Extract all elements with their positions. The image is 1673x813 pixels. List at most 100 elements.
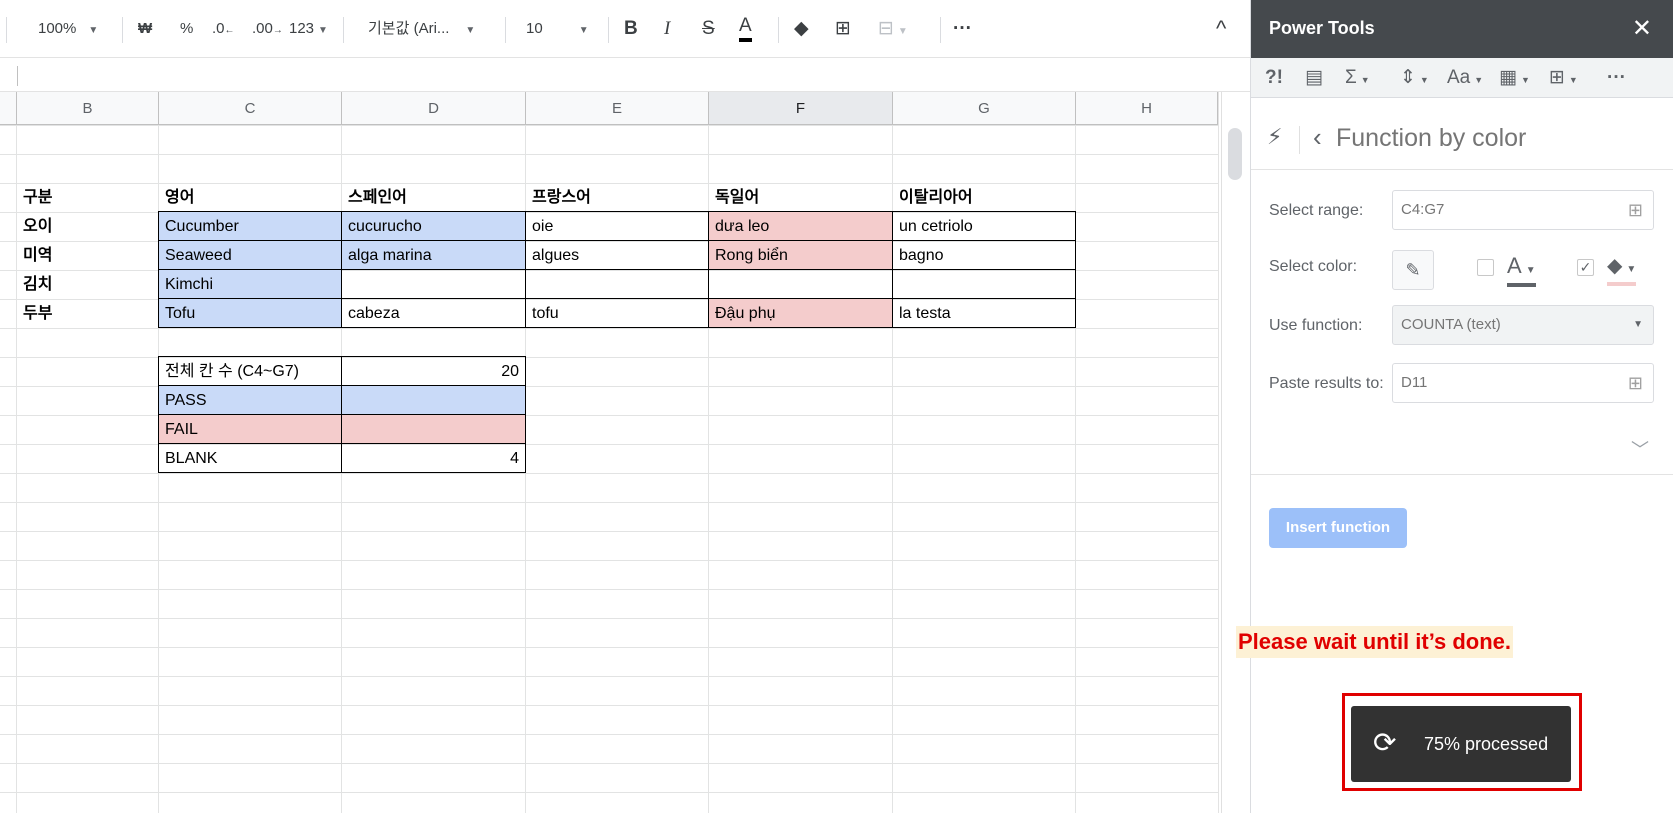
spreadsheet-grid[interactable]: B C D E F G H 구분 영어 스페인어 프랑스어 독일어 이탈리아어 …: [0, 92, 1218, 813]
fill-color-icon[interactable]: ◆: [794, 14, 809, 44]
eyedropper-button[interactable]: ✎: [1392, 250, 1434, 290]
column-header-b[interactable]: B: [17, 92, 159, 125]
cell-b5[interactable]: 미역: [17, 241, 158, 270]
column-header-h[interactable]: H: [1076, 92, 1218, 125]
case-icon[interactable]: Aa ▼: [1447, 64, 1483, 92]
cell-e4[interactable]: oie: [526, 211, 709, 241]
italic-button[interactable]: I: [664, 14, 670, 44]
cell-b3[interactable]: 구분: [17, 183, 158, 212]
text-tools-icon[interactable]: ⇕ ▼: [1400, 64, 1429, 92]
paste-results-input[interactable]: D11 ⊞: [1392, 363, 1654, 403]
column-header-g[interactable]: G: [893, 92, 1076, 125]
text-color-button[interactable]: A: [739, 14, 752, 42]
cell-b4[interactable]: 오이: [17, 212, 158, 241]
clear-icon[interactable]: ⊞ ▼: [1549, 64, 1578, 92]
cell-c9[interactable]: 전체 칸 수 (C4~G7): [158, 356, 342, 386]
fill-color-icon[interactable]: ◆ ▼: [1607, 254, 1637, 286]
close-icon[interactable]: ✕: [1632, 14, 1652, 43]
cell-c6[interactable]: Kimchi: [158, 270, 342, 299]
merge-cells-icon[interactable]: ⊟ ▼: [878, 14, 908, 44]
cell-d4[interactable]: cucurucho: [342, 211, 526, 241]
font-family-select[interactable]: 기본값 (Ari... ▼: [368, 14, 475, 44]
cell-f7[interactable]: Đậu phụ: [709, 299, 893, 328]
cell-d5[interactable]: alga marina: [342, 241, 526, 270]
back-icon[interactable]: ‹: [1313, 122, 1322, 153]
cell-g5[interactable]: bagno: [893, 241, 1076, 270]
cell-f4[interactable]: dưa leo: [709, 211, 893, 241]
cell-f6[interactable]: [709, 270, 893, 299]
cell-c7[interactable]: Tofu: [158, 299, 342, 328]
cell-c11[interactable]: FAIL: [158, 415, 342, 444]
grid-icon[interactable]: ⊞: [1628, 373, 1643, 393]
cell-e7[interactable]: tofu: [526, 299, 709, 328]
cell-f3[interactable]: 독일어: [709, 183, 892, 212]
cell-g7[interactable]: la testa: [893, 299, 1076, 328]
collapse-toolbar-icon[interactable]: ^: [1216, 14, 1226, 44]
cell-d11[interactable]: [342, 415, 526, 444]
fill-color-checkbox[interactable]: ✓: [1577, 259, 1594, 276]
cell-e3[interactable]: 프랑스어: [526, 183, 708, 212]
zoom-select[interactable]: 100% ▼: [38, 14, 98, 44]
chevron-down-icon[interactable]: ﹀: [1631, 436, 1649, 462]
increase-decimal-label: .00: [252, 20, 273, 37]
more-options-button[interactable]: ···: [953, 14, 972, 44]
select-range-input[interactable]: C4:G7 ⊞: [1392, 190, 1654, 230]
use-function-select[interactable]: COUNTA (text) ▼: [1392, 305, 1654, 345]
refresh-icon: ⟳: [1373, 727, 1397, 758]
toolbar-separator: [343, 17, 344, 43]
cell-e6[interactable]: [526, 270, 709, 299]
chevron-down-icon: ▼: [1626, 264, 1637, 275]
cell-c3[interactable]: 영어: [159, 183, 341, 212]
cell-b6[interactable]: 김치: [17, 270, 158, 299]
formula-bar[interactable]: [0, 58, 1250, 92]
chevron-down-icon: ▼: [578, 25, 589, 36]
row-header-corner[interactable]: [0, 92, 17, 125]
cell-g6[interactable]: [893, 270, 1076, 299]
sum-icon[interactable]: Σ ▼: [1345, 64, 1370, 92]
cell-d7[interactable]: cabeza: [342, 299, 526, 328]
grid-icon[interactable]: ⊞: [1628, 200, 1643, 220]
paste-results-label: Paste results to:: [1269, 375, 1384, 392]
column-header-d[interactable]: D: [342, 92, 526, 125]
more-tools-icon[interactable]: ···: [1607, 64, 1626, 92]
percent-format-button[interactable]: %: [180, 14, 193, 44]
font-size-select[interactable]: 10 ▼: [526, 14, 589, 44]
lightning-icon[interactable]: ⚡: [1267, 124, 1282, 150]
cell-d9[interactable]: 20: [342, 356, 526, 386]
currency-format-button[interactable]: ₩: [138, 14, 152, 44]
strikethrough-button[interactable]: S: [702, 14, 715, 44]
dedupe-icon[interactable]: ▤: [1305, 64, 1323, 92]
decrease-decimal-button[interactable]: .0←: [212, 14, 235, 44]
cell-f5[interactable]: Rong biển: [709, 241, 893, 270]
vertical-scrollbar[interactable]: [1218, 92, 1250, 813]
function-by-color-nav: ⚡ ‹ Function by color: [1251, 112, 1673, 170]
cell-d10[interactable]: [342, 386, 526, 415]
column-header-e[interactable]: E: [526, 92, 709, 125]
increase-decimal-button[interactable]: .00→: [252, 14, 283, 44]
cell-d6[interactable]: [342, 270, 526, 299]
more-formats-button[interactable]: 123 ▼: [289, 14, 328, 44]
column-header-f[interactable]: F: [709, 92, 893, 125]
bold-button[interactable]: B: [624, 14, 638, 44]
paste-results-value: D11: [1401, 374, 1428, 391]
cell-g3[interactable]: 이탈리아어: [893, 183, 1075, 212]
toolbar-separator: [122, 17, 123, 43]
cell-d3[interactable]: 스페인어: [342, 183, 525, 212]
cell-g4[interactable]: un cetriolo: [893, 211, 1076, 241]
cell-c12[interactable]: BLANK: [158, 444, 342, 473]
split-icon[interactable]: ▦ ▼: [1499, 64, 1530, 92]
scrollbar-thumb[interactable]: [1228, 128, 1242, 180]
cell-e5[interactable]: algues: [526, 241, 709, 270]
borders-icon[interactable]: ⊞: [835, 14, 851, 44]
toolbar-separator: [778, 17, 779, 43]
column-header-c[interactable]: C: [159, 92, 342, 125]
cell-c10[interactable]: PASS: [158, 386, 342, 415]
insert-function-button[interactable]: Insert function: [1269, 508, 1407, 548]
font-color-icon[interactable]: A ▼: [1507, 254, 1536, 287]
find-icon[interactable]: ?!: [1265, 64, 1283, 92]
cell-c4[interactable]: Cucumber: [158, 211, 342, 241]
cell-d12[interactable]: 4: [342, 444, 526, 473]
cell-c5[interactable]: Seaweed: [158, 241, 342, 270]
font-color-checkbox[interactable]: [1477, 259, 1494, 276]
cell-b7[interactable]: 두부: [17, 299, 158, 328]
